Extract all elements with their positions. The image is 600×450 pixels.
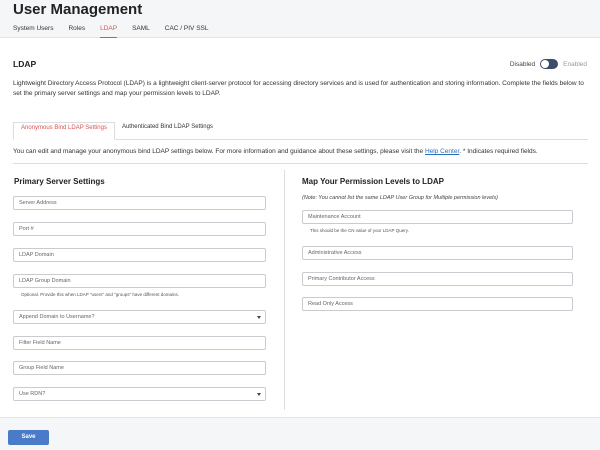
save-button[interactable]: Save	[8, 430, 49, 445]
tab-cac-piv-ssl[interactable]: CAC / PIV SSL	[165, 25, 209, 38]
toggle-enabled-label: Enabled	[563, 60, 587, 68]
permission-levels-title: Map Your Permission Levels to LDAP	[302, 177, 444, 186]
append-domain-select[interactable]: Append Domain to Username?	[13, 310, 266, 324]
footer-bar: Save	[0, 417, 600, 450]
info-text-after: . * Indicates required fields.	[459, 148, 538, 155]
ldap-group-domain-input[interactable]: LDAP Group Domain	[13, 274, 266, 288]
toggle-disabled-label: Disabled	[509, 60, 536, 68]
group-domain-hint: Optional. Provide this when LDAP "users"…	[21, 292, 180, 297]
port-input[interactable]: Port #	[13, 222, 266, 236]
divider	[13, 163, 588, 164]
primary-server-title: Primary Server Settings	[14, 177, 105, 186]
ldap-toggle-group: Disabled Enabled	[510, 59, 587, 69]
tab-saml[interactable]: SAML	[132, 25, 150, 38]
main-tabs: System Users Roles LDAP SAML CAC / PIV S…	[13, 25, 223, 38]
ldap-description: Lightweight Directory Access Protocol (L…	[13, 80, 584, 97]
group-field-input[interactable]: Group Field Name	[13, 361, 266, 375]
maintenance-account-input[interactable]: Maintenance Account	[302, 210, 573, 224]
primary-contributor-access-input[interactable]: Primary Contributor Access	[302, 272, 573, 286]
tab-system-users[interactable]: System Users	[13, 25, 53, 38]
permission-note: (Note: You cannot list the same LDAP Use…	[302, 195, 498, 201]
server-address-input[interactable]: Server Address	[13, 196, 266, 210]
filter-field-input[interactable]: Filter Field Name	[13, 336, 266, 350]
sub-tabs: Anonymous Bind LDAP Settings Authenticat…	[13, 122, 588, 140]
tab-authenticated-bind[interactable]: Authenticated Bind LDAP Settings	[115, 122, 220, 139]
info-text: You can edit and manage your anonymous b…	[13, 148, 593, 155]
info-text-before: You can edit and manage your anonymous b…	[13, 148, 425, 155]
page-title: User Management	[13, 1, 143, 18]
section-title: LDAP	[13, 59, 37, 69]
top-bar: User Management System Users Roles LDAP …	[0, 0, 600, 38]
chevron-down-icon	[257, 393, 261, 396]
tab-roles[interactable]: Roles	[68, 25, 85, 38]
append-domain-value: Append Domain to Username?	[19, 314, 95, 320]
use-rdn-select[interactable]: Use RDN?	[13, 387, 266, 401]
chevron-down-icon	[257, 316, 261, 319]
maintenance-hint: This should be the CN value of your LDAP…	[310, 228, 409, 233]
read-only-access-input[interactable]: Read Only Access	[302, 297, 573, 311]
ldap-domain-input[interactable]: LDAP Domain	[13, 248, 266, 262]
toggle-knob	[541, 60, 550, 68]
tab-anonymous-bind[interactable]: Anonymous Bind LDAP Settings	[13, 122, 115, 140]
tab-ldap[interactable]: LDAP	[100, 25, 118, 38]
administrative-access-input[interactable]: Administrative Access	[302, 246, 573, 260]
help-center-link[interactable]: Help Center	[425, 148, 459, 155]
column-divider	[284, 170, 285, 410]
ldap-enable-toggle[interactable]	[540, 59, 559, 69]
use-rdn-value: Use RDN?	[19, 391, 46, 397]
